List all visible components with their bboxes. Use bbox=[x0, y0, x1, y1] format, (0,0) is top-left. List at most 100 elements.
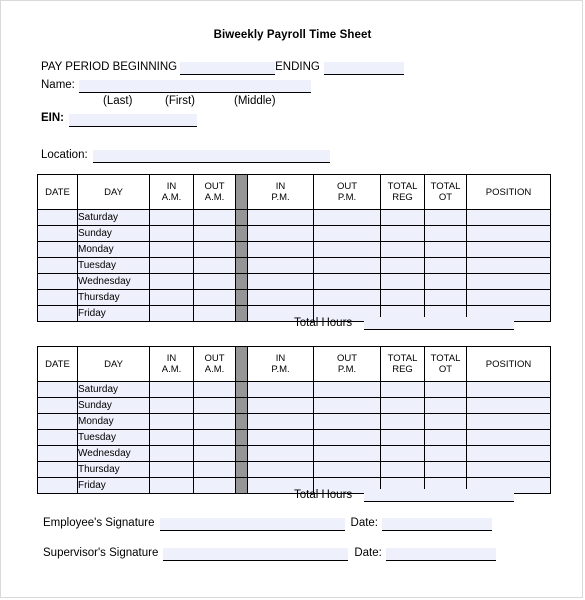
cell-position[interactable] bbox=[466, 381, 551, 398]
cell-date[interactable] bbox=[37, 273, 78, 290]
cell-out-pm[interactable] bbox=[313, 241, 381, 258]
cell-total-reg[interactable] bbox=[380, 241, 425, 258]
cell-out-pm[interactable] bbox=[313, 273, 381, 290]
cell-out-am[interactable] bbox=[193, 381, 236, 398]
cell-in-am[interactable] bbox=[149, 273, 194, 290]
cell-out-pm[interactable] bbox=[313, 445, 381, 462]
cell-out-am[interactable] bbox=[193, 429, 236, 446]
cell-total-ot[interactable] bbox=[424, 257, 467, 274]
cell-date[interactable] bbox=[37, 257, 78, 274]
cell-out-am[interactable] bbox=[193, 225, 236, 242]
pay-period-ending-field[interactable] bbox=[323, 62, 404, 75]
cell-out-am[interactable] bbox=[193, 397, 236, 414]
cell-out-am[interactable] bbox=[193, 209, 236, 226]
supervisor-date-field[interactable] bbox=[385, 548, 496, 561]
cell-date[interactable] bbox=[37, 209, 78, 226]
cell-in-am[interactable] bbox=[149, 257, 194, 274]
cell-total-reg[interactable] bbox=[380, 225, 425, 242]
cell-in-pm[interactable] bbox=[247, 445, 314, 462]
cell-in-pm[interactable] bbox=[247, 241, 314, 258]
cell-date[interactable] bbox=[37, 241, 78, 258]
cell-in-am[interactable] bbox=[149, 381, 194, 398]
cell-date[interactable] bbox=[37, 461, 78, 478]
cell-out-am[interactable] bbox=[193, 461, 236, 478]
cell-in-pm[interactable] bbox=[247, 209, 314, 226]
ein-field[interactable] bbox=[69, 114, 197, 127]
cell-total-reg[interactable] bbox=[380, 209, 425, 226]
cell-position[interactable] bbox=[466, 461, 551, 478]
cell-position[interactable] bbox=[466, 289, 551, 306]
cell-position[interactable] bbox=[466, 273, 551, 290]
cell-out-am[interactable] bbox=[193, 289, 236, 306]
cell-out-pm[interactable] bbox=[313, 289, 381, 306]
cell-date[interactable] bbox=[37, 381, 78, 398]
cell-in-am[interactable] bbox=[149, 241, 194, 258]
cell-in-am[interactable] bbox=[149, 289, 194, 306]
cell-out-am[interactable] bbox=[193, 257, 236, 274]
cell-date[interactable] bbox=[37, 429, 78, 446]
cell-in-pm[interactable] bbox=[247, 413, 314, 430]
employee-signature-field[interactable] bbox=[159, 518, 345, 531]
cell-in-am[interactable] bbox=[149, 397, 194, 414]
cell-in-pm[interactable] bbox=[247, 429, 314, 446]
cell-total-reg[interactable] bbox=[380, 257, 425, 274]
cell-in-pm[interactable] bbox=[247, 397, 314, 414]
cell-total-ot[interactable] bbox=[424, 225, 467, 242]
cell-position[interactable] bbox=[466, 241, 551, 258]
cell-position[interactable] bbox=[466, 225, 551, 242]
cell-out-pm[interactable] bbox=[313, 429, 381, 446]
cell-position[interactable] bbox=[466, 257, 551, 274]
cell-position[interactable] bbox=[466, 209, 551, 226]
cell-date[interactable] bbox=[37, 413, 78, 430]
name-field[interactable] bbox=[78, 80, 311, 93]
cell-date[interactable] bbox=[37, 289, 78, 306]
pay-period-beginning-field[interactable] bbox=[180, 62, 276, 75]
cell-in-am[interactable] bbox=[149, 225, 194, 242]
cell-total-ot[interactable] bbox=[424, 273, 467, 290]
cell-total-ot[interactable] bbox=[424, 397, 467, 414]
supervisor-signature-field[interactable] bbox=[163, 548, 349, 561]
cell-total-reg[interactable] bbox=[380, 445, 425, 462]
location-field[interactable] bbox=[92, 150, 330, 163]
cell-total-ot[interactable] bbox=[424, 413, 467, 430]
cell-in-am[interactable] bbox=[149, 429, 194, 446]
cell-position[interactable] bbox=[466, 429, 551, 446]
cell-out-pm[interactable] bbox=[313, 257, 381, 274]
cell-position[interactable] bbox=[466, 413, 551, 430]
cell-in-am[interactable] bbox=[149, 209, 194, 226]
employee-date-field[interactable] bbox=[382, 518, 493, 531]
cell-in-pm[interactable] bbox=[247, 289, 314, 306]
cell-total-ot[interactable] bbox=[424, 461, 467, 478]
cell-in-pm[interactable] bbox=[247, 225, 314, 242]
cell-out-pm[interactable] bbox=[313, 461, 381, 478]
cell-total-reg[interactable] bbox=[380, 381, 425, 398]
cell-in-am[interactable] bbox=[149, 461, 194, 478]
cell-total-ot[interactable] bbox=[424, 289, 467, 306]
cell-out-am[interactable] bbox=[193, 445, 236, 462]
cell-total-ot[interactable] bbox=[424, 429, 467, 446]
cell-in-pm[interactable] bbox=[247, 273, 314, 290]
cell-date[interactable] bbox=[37, 397, 78, 414]
cell-total-reg[interactable] bbox=[380, 289, 425, 306]
week1-total-hours-field[interactable] bbox=[364, 317, 514, 330]
cell-position[interactable] bbox=[466, 397, 551, 414]
cell-total-reg[interactable] bbox=[380, 413, 425, 430]
cell-total-ot[interactable] bbox=[424, 241, 467, 258]
cell-position[interactable] bbox=[466, 445, 551, 462]
cell-in-am[interactable] bbox=[149, 445, 194, 462]
cell-out-pm[interactable] bbox=[313, 397, 381, 414]
cell-total-reg[interactable] bbox=[380, 429, 425, 446]
cell-total-reg[interactable] bbox=[380, 461, 425, 478]
cell-total-ot[interactable] bbox=[424, 445, 467, 462]
cell-out-am[interactable] bbox=[193, 273, 236, 290]
cell-out-am[interactable] bbox=[193, 413, 236, 430]
cell-date[interactable] bbox=[37, 445, 78, 462]
cell-out-pm[interactable] bbox=[313, 413, 381, 430]
cell-out-pm[interactable] bbox=[313, 225, 381, 242]
cell-in-pm[interactable] bbox=[247, 257, 314, 274]
cell-out-pm[interactable] bbox=[313, 381, 381, 398]
cell-total-reg[interactable] bbox=[380, 273, 425, 290]
week2-total-hours-field[interactable] bbox=[364, 489, 514, 502]
cell-out-am[interactable] bbox=[193, 241, 236, 258]
cell-total-ot[interactable] bbox=[424, 381, 467, 398]
